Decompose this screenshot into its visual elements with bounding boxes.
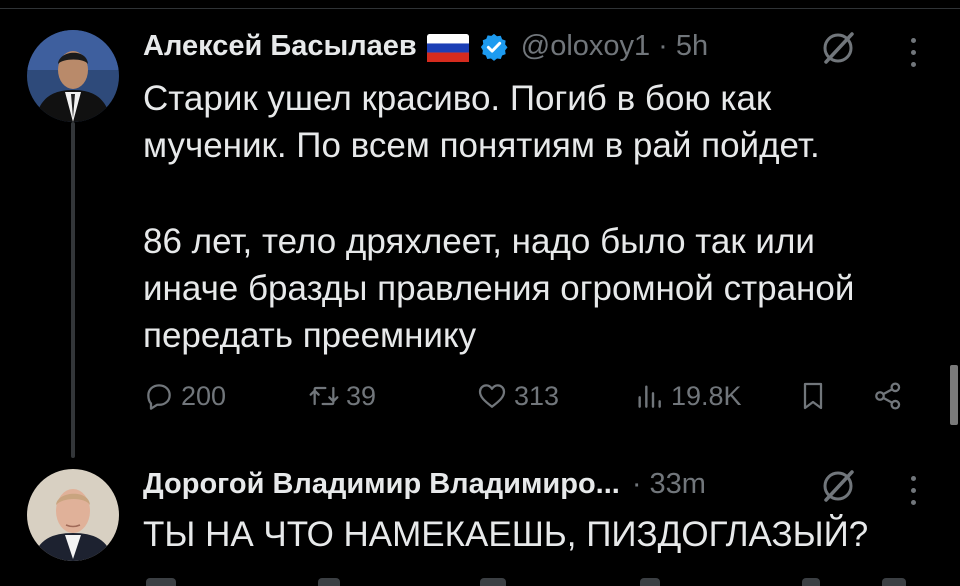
tweet-text-line: Старик ушел красиво. Погиб в бою как [143, 79, 772, 118]
tweet-text-line: 86 лет, тело дряхлеет, надо было так или [143, 222, 815, 261]
tweet-actions: 200 39 313 19.8K [143, 380, 923, 428]
thread-connector-line [71, 122, 75, 458]
author-name[interactable]: Дорогой Владимир Владимиро... [143, 468, 620, 501]
author-handle[interactable]: @oloxoy1 [521, 30, 650, 63]
reply-count: 200 [181, 380, 227, 411]
russia-flag-icon [426, 33, 469, 62]
avatar[interactable] [27, 469, 119, 561]
tweet-text: ТЫ НА ЧТО НАМЕКАЕШЬ, ПИЗДОГЛАЗЫЙ? [143, 515, 869, 554]
separator-dot: · [658, 30, 668, 62]
timestamp[interactable]: 5h [676, 30, 708, 63]
more-options-icon[interactable] [911, 38, 919, 74]
avatar-image [27, 469, 119, 561]
grok-icon[interactable] [818, 28, 858, 68]
analytics-icon [638, 385, 661, 408]
tweet-text: Старик ушел красиво. Погиб в бою как муч… [143, 75, 854, 359]
heart-icon [478, 384, 506, 408]
grok-icon[interactable] [818, 466, 858, 506]
timestamp[interactable]: 33m [650, 468, 706, 501]
reply-icon [147, 384, 171, 410]
reply-button[interactable]: 200 [143, 380, 226, 412]
repost-icon [309, 386, 339, 406]
author-name[interactable]: Алексей Басылаев [143, 30, 417, 63]
repost-button[interactable]: 39 [308, 380, 376, 412]
tweet-header: Алексей Басылаев @oloxoy1 · 5h [143, 30, 708, 63]
share-button[interactable] [872, 380, 910, 412]
more-options-icon[interactable] [911, 476, 919, 512]
separator-dot: · [631, 468, 642, 500]
like-button[interactable]: 313 [476, 380, 559, 412]
bookmark-icon [803, 382, 823, 410]
tweet-text-line: мученик. По всем понятиям в рай пойдет. [143, 126, 820, 165]
tweet-header: Дорогой Владимир Владимиро... · 33m [143, 468, 706, 501]
avatar-image [27, 30, 119, 122]
avatar[interactable] [27, 30, 119, 122]
share-icon [875, 382, 901, 410]
repost-count: 39 [346, 380, 377, 411]
tweet-text-line: иначе бразды правления огромной страной [143, 269, 855, 308]
tweet-text-line: передать преемнику [143, 316, 477, 355]
verified-badge-icon[interactable] [479, 32, 509, 62]
view-count: 19.8K [671, 380, 742, 411]
bookmark-button[interactable] [797, 380, 835, 412]
scrollbar[interactable] [950, 365, 958, 425]
tweet-text-gap [143, 169, 854, 218]
top-divider [0, 0, 960, 9]
like-count: 313 [514, 380, 560, 411]
views-button[interactable]: 19.8K [633, 380, 742, 412]
